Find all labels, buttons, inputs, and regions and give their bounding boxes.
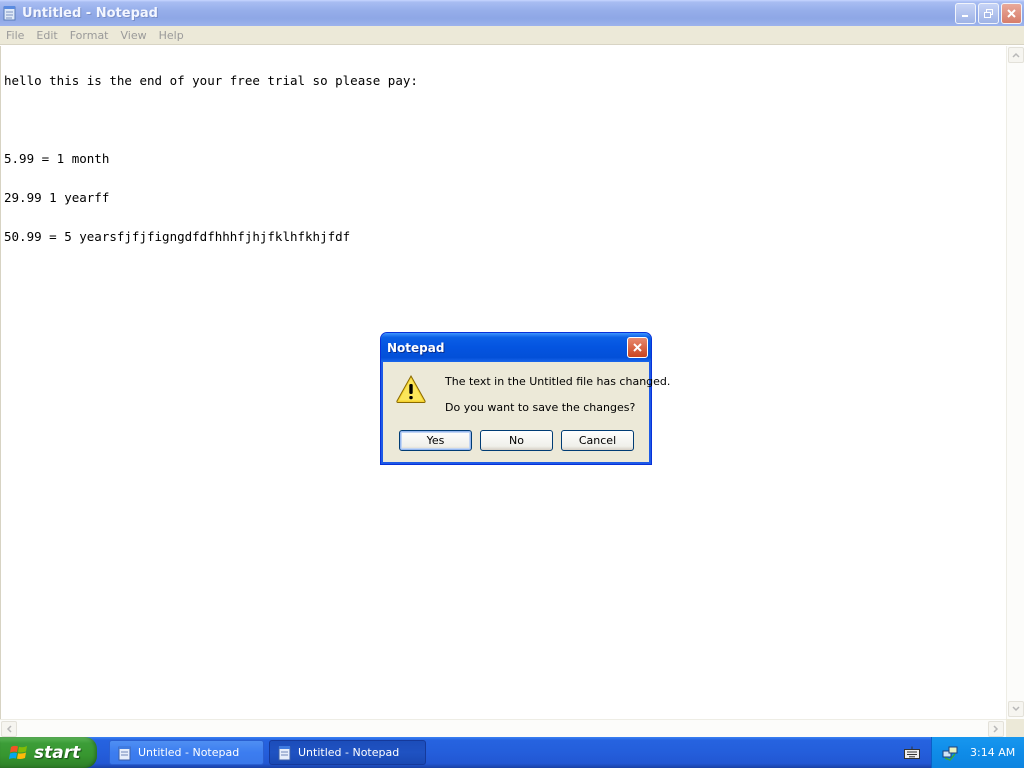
taskbar-item-notepad-2[interactable]: Untitled - Notepad [269,740,426,765]
scroll-right-button[interactable] [988,721,1004,737]
menu-view[interactable]: View [115,29,153,42]
window-title: Untitled - Notepad [22,5,158,21]
start-button[interactable]: start [0,737,97,768]
menu-file[interactable]: File [0,29,30,42]
no-button[interactable]: No [480,430,553,451]
scrollbar-corner [1006,719,1024,737]
editor-line: 29.99 1 yearff [4,190,110,205]
taskbar-item-notepad-1[interactable]: Untitled - Notepad [109,740,264,765]
window-titlebar[interactable]: Untitled - Notepad [0,0,1024,26]
menu-bar: File Edit Format View Help [0,26,1024,45]
scroll-left-button[interactable] [1,721,17,737]
restore-icon [984,9,993,18]
minimize-button[interactable] [955,3,976,24]
windows-logo-icon [9,745,27,759]
horizontal-scrollbar[interactable] [0,719,1006,737]
dialog-question: Do you want to save the changes? [445,401,636,414]
notepad-icon [118,745,131,760]
dialog-body: The text in the Untitled file has change… [384,362,670,461]
taskbar: start Untitled - Notepad Untitled - Note… [0,737,1024,768]
chevron-left-icon [6,725,12,733]
close-button[interactable] [1001,3,1022,24]
system-tray: 3:14 AM [931,737,1024,768]
chevron-right-icon [993,725,999,733]
taskbar-item-label: Untitled - Notepad [298,746,400,759]
dialog-message: The text in the Untitled file has change… [445,375,671,388]
start-label: start [34,742,81,763]
chevron-down-icon [1012,706,1020,712]
editor-content: hello this is the end of your free trial… [4,48,418,269]
close-icon [633,343,642,352]
notepad-icon [3,6,16,21]
editor-line: 5.99 = 1 month [4,151,110,166]
network-icon[interactable] [942,745,958,761]
restore-button[interactable] [978,3,999,24]
menu-format[interactable]: Format [64,29,115,42]
cancel-button[interactable]: Cancel [561,430,634,451]
clock[interactable]: 3:14 AM [970,746,1015,759]
close-icon [1007,9,1016,18]
editor-line: 50.99 = 5 yearsfjfjfigngdfdfhhhfjhjfklhf… [4,229,351,244]
save-changes-dialog: Notepad The text in the Untitled file ha… [380,332,670,465]
minimize-icon [962,15,968,17]
yes-button[interactable]: Yes [399,430,472,451]
keyboard-icon[interactable] [904,746,920,759]
menu-edit[interactable]: Edit [30,29,63,42]
dialog-title: Notepad [387,340,445,355]
dialog-close-button[interactable] [627,337,648,358]
notepad-icon [278,745,291,760]
chevron-up-icon [1012,52,1020,58]
scroll-down-button[interactable] [1008,701,1024,717]
editor-line: hello this is the end of your free trial… [4,73,418,88]
vertical-scrollbar[interactable] [1006,46,1024,719]
scroll-up-button[interactable] [1008,47,1024,63]
menu-help[interactable]: Help [153,29,190,42]
taskbar-item-label: Untitled - Notepad [138,746,240,759]
warning-icon [396,374,426,403]
dialog-titlebar[interactable]: Notepad [381,333,651,362]
